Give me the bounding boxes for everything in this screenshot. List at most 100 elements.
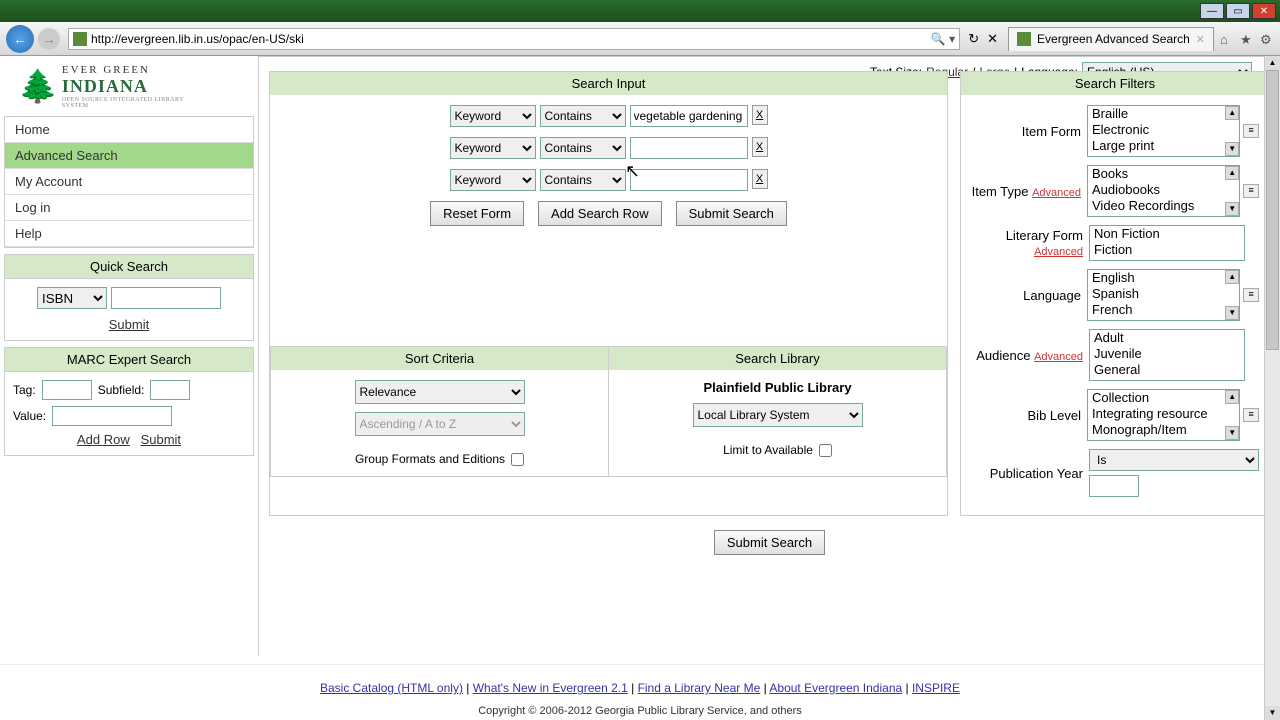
quick-search-input[interactable] (111, 287, 221, 309)
nav-my-account[interactable]: My Account (5, 169, 253, 195)
expand-icon[interactable]: ≡ (1243, 408, 1259, 422)
scroll-up-icon[interactable]: ▲ (1225, 106, 1239, 120)
search-term-input[interactable] (630, 105, 748, 127)
literary-form-label: Literary Form (1006, 228, 1083, 243)
language-filter-label: Language (971, 288, 1087, 303)
forward-button[interactable]: → (38, 28, 60, 50)
window-maximize-button[interactable]: ▭ (1226, 3, 1250, 19)
item-form-label: Item Form (971, 124, 1087, 139)
nav-help[interactable]: Help (5, 221, 253, 247)
refresh-icon[interactable]: ↻ (968, 31, 979, 47)
footer-about[interactable]: About Evergreen Indiana (769, 681, 902, 695)
marc-value-input[interactable] (52, 406, 172, 426)
scroll-thumb[interactable] (1266, 70, 1279, 350)
nav-home[interactable]: Home (5, 117, 253, 143)
tree-icon: 🌲 (18, 67, 58, 105)
audience-label: Audience (976, 348, 1030, 363)
scroll-down-icon[interactable]: ▼ (1225, 142, 1239, 156)
tab-close-icon[interactable]: ✕ (1196, 33, 1205, 46)
scroll-up-icon[interactable]: ▲ (1225, 270, 1239, 284)
scroll-down-icon[interactable]: ▼ (1225, 306, 1239, 320)
window-close-button[interactable]: ✕ (1252, 3, 1276, 19)
scroll-up-icon[interactable]: ▲ (1225, 390, 1239, 404)
expand-icon[interactable]: ≡ (1243, 288, 1259, 302)
pub-year-input[interactable] (1089, 475, 1139, 497)
marc-subfield-label: Subfield: (98, 383, 145, 397)
search-match-select[interactable]: Contains (540, 105, 626, 127)
quick-search-type[interactable]: ISBN (37, 287, 107, 309)
footer-whats-new[interactable]: What's New in Evergreen 2.1 (473, 681, 628, 695)
literary-form-advanced[interactable]: Advanced (1034, 246, 1083, 258)
group-formats-checkbox[interactable] (511, 453, 524, 466)
back-button[interactable]: ← (6, 25, 34, 53)
add-search-row-button[interactable]: Add Search Row (538, 201, 662, 226)
bib-level-list[interactable]: Collection Integrating resource Monograp… (1087, 389, 1240, 441)
tab-favicon (1017, 32, 1031, 46)
logo[interactable]: 🌲 EVER GREEN INDIANA OPEN SOURCE INTEGRA… (4, 56, 254, 116)
item-form-list[interactable]: Braille Electronic Large print ▲ ▼ (1087, 105, 1240, 157)
scroll-down-icon[interactable]: ▼ (1225, 426, 1239, 440)
limit-available-checkbox[interactable] (819, 444, 832, 457)
marc-tag-input[interactable] (42, 380, 92, 400)
footer-basic-catalog[interactable]: Basic Catalog (HTML only) (320, 681, 463, 695)
item-type-label: Item Type (972, 184, 1029, 199)
search-row: Keyword Contains X (280, 105, 937, 127)
reset-form-button[interactable]: Reset Form (430, 201, 524, 226)
language-list[interactable]: English Spanish French ▲ ▼ (1087, 269, 1240, 321)
sort-criteria-header: Sort Criteria (271, 347, 608, 370)
tab-title: Evergreen Advanced Search (1037, 32, 1190, 46)
search-icon[interactable]: 🔍 ▾ (931, 32, 955, 46)
marc-add-row[interactable]: Add Row (77, 432, 130, 447)
window-minimize-button[interactable]: — (1200, 3, 1224, 19)
search-row: Keyword Contains X (280, 169, 937, 191)
marc-tag-label: Tag: (13, 383, 36, 397)
pub-year-operator[interactable]: Is (1089, 449, 1259, 471)
search-term-input[interactable] (630, 169, 748, 191)
marc-submit[interactable]: Submit (141, 432, 181, 447)
marc-search-header: MARC Expert Search (5, 348, 253, 372)
library-name: Plainfield Public Library (619, 380, 936, 395)
footer-find-library[interactable]: Find a Library Near Me (638, 681, 761, 695)
nav-advanced-search[interactable]: Advanced Search (5, 143, 253, 169)
scroll-up-icon[interactable]: ▲ (1225, 166, 1239, 180)
library-scope-select[interactable]: Local Library System (693, 403, 863, 427)
audience-advanced[interactable]: Advanced (1034, 351, 1083, 363)
scroll-up-icon[interactable]: ▲ (1265, 56, 1280, 70)
pub-year-label: Publication Year (971, 466, 1089, 481)
quick-search-header: Quick Search (5, 255, 253, 279)
marc-subfield-input[interactable] (150, 380, 190, 400)
search-match-select[interactable]: Contains (540, 169, 626, 191)
item-type-list[interactable]: Books Audiobooks Video Recordings ▲ ▼ (1087, 165, 1240, 217)
page-scrollbar[interactable]: ▲ ▼ (1264, 56, 1280, 720)
search-field-select[interactable]: Keyword (450, 169, 536, 191)
copyright-text: Copyright © 2006-2012 Georgia Public Lib… (0, 705, 1280, 717)
submit-search-bottom-button[interactable]: Submit Search (714, 530, 825, 555)
sort-by-select[interactable]: Relevance (355, 380, 525, 404)
search-filters-header: Search Filters (961, 72, 1269, 95)
item-type-advanced[interactable]: Advanced (1032, 187, 1081, 199)
scroll-down-icon[interactable]: ▼ (1265, 706, 1280, 720)
audience-list[interactable]: Adult Juvenile General (1089, 329, 1245, 381)
favorites-icon[interactable]: ★ (1240, 32, 1254, 46)
stop-icon[interactable]: ✕ (987, 31, 998, 47)
scroll-down-icon[interactable]: ▼ (1225, 202, 1239, 216)
footer-inspire[interactable]: INSPIRE (912, 681, 960, 695)
literary-form-list[interactable]: Non Fiction Fiction (1089, 225, 1245, 261)
site-favicon (73, 32, 87, 46)
limit-available-label: Limit to Available (723, 443, 813, 457)
nav-login[interactable]: Log in (5, 195, 253, 221)
search-field-select[interactable]: Keyword (450, 137, 536, 159)
search-match-select[interactable]: Contains (540, 137, 626, 159)
quick-search-submit[interactable]: Submit (109, 317, 149, 332)
expand-icon[interactable]: ≡ (1243, 124, 1259, 138)
remove-row-button[interactable]: X (752, 169, 768, 189)
remove-row-button[interactable]: X (752, 105, 768, 125)
expand-icon[interactable]: ≡ (1243, 184, 1259, 198)
remove-row-button[interactable]: X (752, 137, 768, 157)
home-icon[interactable]: ⌂ (1220, 32, 1234, 46)
search-term-input[interactable] (630, 137, 748, 159)
submit-search-button[interactable]: Submit Search (676, 201, 787, 226)
search-field-select[interactable]: Keyword (450, 105, 536, 127)
address-bar[interactable]: http://evergreen.lib.in.us/opac/en-US/sk… (68, 28, 960, 50)
tools-icon[interactable]: ⚙ (1260, 32, 1274, 46)
